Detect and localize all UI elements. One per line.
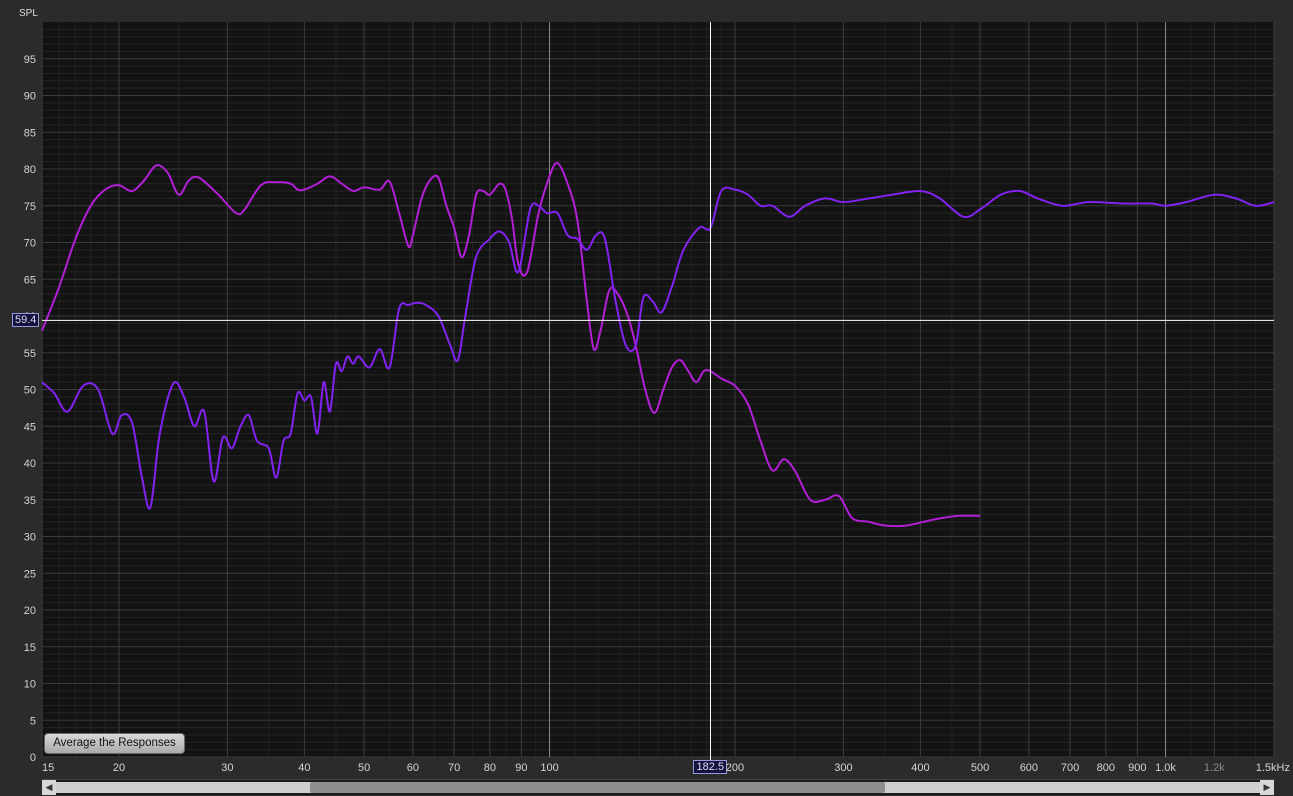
x-tick-label: 20: [113, 762, 125, 774]
y-tick-label: 40: [24, 458, 36, 470]
cursor-y-readout: 59.4: [12, 313, 40, 328]
y-tick-label: 30: [24, 532, 36, 544]
x-tick-label: 50: [358, 762, 370, 774]
x-tick-label: 1.2k: [1204, 762, 1225, 774]
x-tick-label: 90: [515, 762, 527, 774]
y-tick-label: 80: [24, 164, 36, 176]
x-tick-label: 900: [1128, 762, 1146, 774]
y-tick-label: 10: [24, 679, 36, 691]
y-axis-title: SPL: [19, 8, 38, 19]
x-tick-label: 80: [484, 762, 496, 774]
x-tick-label: 700: [1061, 762, 1079, 774]
y-tick-label: 55: [24, 348, 36, 360]
x-tick-label: 70: [448, 762, 460, 774]
y-tick-label: 85: [24, 127, 36, 139]
scroll-right-icon[interactable]: ▶: [1260, 780, 1274, 795]
x-tick-label: 15: [42, 762, 54, 774]
scroll-thumb[interactable]: [310, 782, 885, 793]
x-tick-label: 300: [834, 762, 852, 774]
y-tick-label: 50: [24, 385, 36, 397]
y-tick-label: 15: [24, 642, 36, 654]
scroll-track[interactable]: [56, 782, 1260, 793]
x-tick-label: 1.5kHz: [1256, 762, 1290, 774]
y-tick-label: 35: [24, 495, 36, 507]
y-tick-label: 70: [24, 238, 36, 250]
y-tick-label: 20: [24, 605, 36, 617]
x-tick-label: 400: [911, 762, 929, 774]
y-tick-label: 75: [24, 201, 36, 213]
x-tick-label: 1.0k: [1155, 762, 1176, 774]
y-tick-label: 5: [30, 715, 36, 727]
frequency-response-chart[interactable]: 0 5 10 15 20 25 30 35 40 45 50 55 60 65 70 75 80 85 90 95 1…: [0, 0, 1293, 796]
average-responses-button[interactable]: Average the Responses: [44, 733, 185, 754]
x-tick-label: 30: [221, 762, 233, 774]
y-tick-label: 65: [24, 274, 36, 286]
y-tick-label: 25: [24, 568, 36, 580]
x-tick-label: 200: [726, 762, 744, 774]
x-tick-label: 600: [1020, 762, 1038, 774]
y-tick-label: 90: [24, 91, 36, 103]
grid-major: [41, 22, 1275, 758]
scroll-left-icon[interactable]: ◀: [42, 780, 56, 795]
x-tick-label: 100: [540, 762, 558, 774]
horizontal-scrollbar[interactable]: ◀ ▶: [42, 779, 1274, 795]
y-tick-label: 45: [24, 421, 36, 433]
y-tick-label: 0: [30, 752, 36, 764]
y-tick-label: 95: [24, 54, 36, 66]
x-tick-label: 800: [1097, 762, 1115, 774]
x-tick-label: 60: [407, 762, 419, 774]
x-tick-label: 500: [971, 762, 989, 774]
x-tick-label: 40: [298, 762, 310, 774]
cursor-x-readout: 182.5: [693, 760, 727, 774]
